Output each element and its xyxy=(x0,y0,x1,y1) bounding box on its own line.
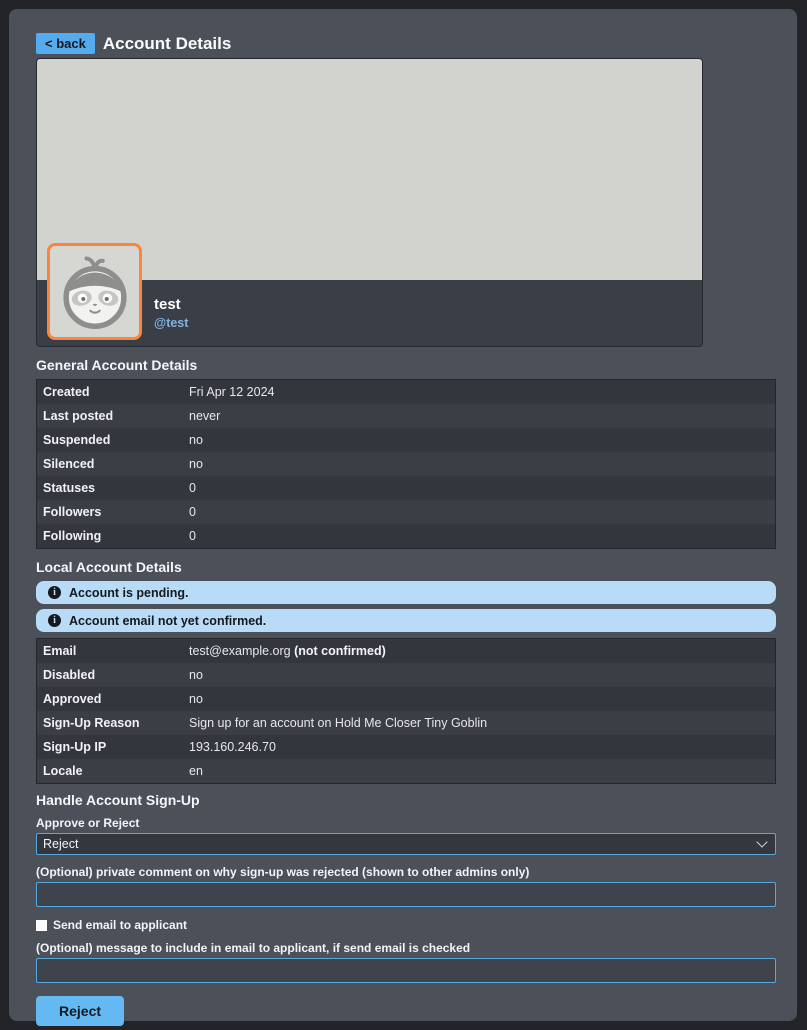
notice-text: Account email not yet confirmed. xyxy=(69,614,266,628)
signup-section-heading: Handle Account Sign-Up xyxy=(36,792,776,808)
user-handle: @test xyxy=(154,317,702,330)
notice-text: Account is pending. xyxy=(69,586,188,600)
row-label: Approved xyxy=(37,687,187,711)
back-button[interactable]: < back xyxy=(36,33,95,54)
row-label: Email xyxy=(37,639,187,664)
approve-reject-label: Approve or Reject xyxy=(36,816,776,830)
sloth-avatar-icon xyxy=(56,253,134,331)
private-comment-input[interactable] xyxy=(36,882,776,907)
row-value: 0 xyxy=(186,524,776,549)
email-message-input[interactable] xyxy=(36,958,776,983)
row-value: 0 xyxy=(186,500,776,524)
info-icon: i xyxy=(48,614,61,627)
row-value: 193.160.246.70 xyxy=(186,735,776,759)
header: < back Account Details xyxy=(36,33,776,54)
row-value: no xyxy=(186,428,776,452)
table-row: Last posted never xyxy=(37,404,776,428)
row-value: no xyxy=(186,663,776,687)
general-details-table: Created Fri Apr 12 2024 Last posted neve… xyxy=(36,379,776,549)
avatar xyxy=(47,243,142,340)
table-row: Locale en xyxy=(37,759,776,784)
table-row: Suspended no xyxy=(37,428,776,452)
table-row: Disabled no xyxy=(37,663,776,687)
row-label: Sign-Up IP xyxy=(37,735,187,759)
private-comment-label: (Optional) private comment on why sign-u… xyxy=(36,865,776,879)
row-label: Locale xyxy=(37,759,187,784)
reject-button[interactable]: Reject xyxy=(36,996,124,1026)
row-value: Fri Apr 12 2024 xyxy=(186,380,776,405)
row-label: Following xyxy=(37,524,187,549)
table-row: Following 0 xyxy=(37,524,776,549)
table-row: Sign-Up Reason Sign up for an account on… xyxy=(37,711,776,735)
table-row: Created Fri Apr 12 2024 xyxy=(37,380,776,405)
approve-reject-select[interactable]: Reject xyxy=(36,833,776,855)
general-section-heading: General Account Details xyxy=(36,357,776,373)
send-email-label: Send email to applicant xyxy=(53,918,187,932)
row-label: Followers xyxy=(37,500,187,524)
send-email-row[interactable]: Send email to applicant xyxy=(36,918,776,932)
account-details-panel: < back Account Details test @test xyxy=(9,9,797,1021)
page-title: Account Details xyxy=(103,34,231,54)
display-name: test xyxy=(154,297,702,312)
row-label: Silenced xyxy=(37,452,187,476)
pending-notice: i Account is pending. xyxy=(36,581,776,604)
row-label: Created xyxy=(37,380,187,405)
row-value: never xyxy=(186,404,776,428)
approve-reject-select-wrap: Reject xyxy=(36,833,776,855)
row-value: Sign up for an account on Hold Me Closer… xyxy=(186,711,776,735)
email-value: test@example.org xyxy=(189,644,294,658)
row-label: Last posted xyxy=(37,404,187,428)
email-note: (not confirmed) xyxy=(294,644,386,658)
table-row: Sign-Up IP 193.160.246.70 xyxy=(37,735,776,759)
profile-card: test @test xyxy=(36,58,703,347)
local-section-heading: Local Account Details xyxy=(36,559,776,575)
email-message-label: (Optional) message to include in email t… xyxy=(36,941,776,955)
row-label: Statuses xyxy=(37,476,187,500)
table-row: Email test@example.org (not confirmed) xyxy=(37,639,776,664)
row-value: en xyxy=(186,759,776,784)
row-value: 0 xyxy=(186,476,776,500)
info-icon: i xyxy=(48,586,61,599)
email-unconfirmed-notice: i Account email not yet confirmed. xyxy=(36,609,776,632)
table-row: Silenced no xyxy=(37,452,776,476)
table-row: Statuses 0 xyxy=(37,476,776,500)
row-value: no xyxy=(186,687,776,711)
local-details-table: Email test@example.org (not confirmed) D… xyxy=(36,638,776,784)
row-label: Disabled xyxy=(37,663,187,687)
row-value: no xyxy=(186,452,776,476)
row-value: test@example.org (not confirmed) xyxy=(186,639,776,664)
send-email-checkbox[interactable] xyxy=(36,920,47,931)
row-label: Sign-Up Reason xyxy=(37,711,187,735)
row-label: Suspended xyxy=(37,428,187,452)
table-row: Followers 0 xyxy=(37,500,776,524)
table-row: Approved no xyxy=(37,687,776,711)
